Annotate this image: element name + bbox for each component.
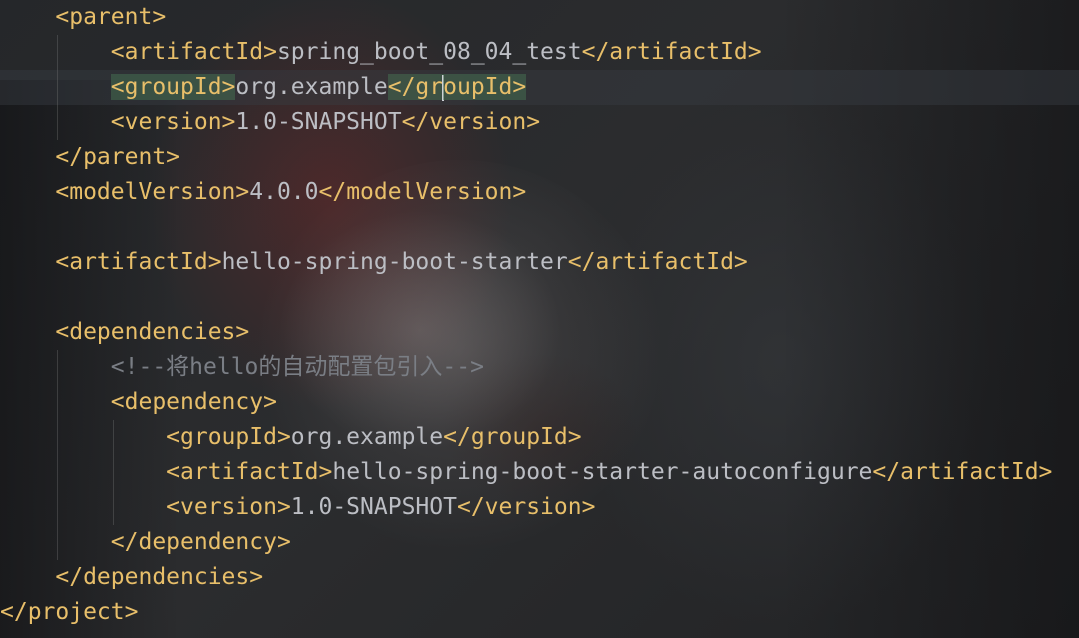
code-line[interactable]: </parent> [0, 140, 180, 175]
code-line[interactable]: <artifactId>hello-spring-boot-starter-au… [0, 455, 1052, 490]
xml-text: 1.0-SNAPSHOT [235, 109, 402, 135]
code-line[interactable]: <modelVersion>4.0.0</modelVersion> [0, 175, 526, 210]
xml-text: spring_boot_08_04_test [276, 39, 582, 65]
code-line[interactable]: <!--将hello的自动配置包引入--> [0, 350, 484, 385]
xml-tag: </groupId> [443, 424, 582, 450]
xml-tag: </artifactId> [567, 249, 748, 275]
xml-tag: <dependencies> [55, 319, 250, 345]
code-line[interactable]: <dependency> [0, 385, 277, 420]
code-line[interactable]: <artifactId>spring_boot_08_04_test</arti… [0, 35, 762, 70]
xml-tag: <artifactId> [166, 459, 333, 485]
code-line[interactable]: </project> [0, 595, 138, 630]
xml-tag: </artifactId> [872, 459, 1053, 485]
xml-tag: oupId> [443, 74, 527, 100]
code-line[interactable]: <version>1.0-SNAPSHOT</version> [0, 490, 595, 525]
xml-text: 4.0.0 [249, 179, 319, 205]
xml-tag: </project> [0, 599, 139, 625]
code-line[interactable]: <dependencies> [0, 315, 249, 350]
xml-comment: <!--将hello的自动配置包引入--> [110, 354, 484, 380]
xml-text: hello-spring-boot-starter-autoconfigure [332, 459, 873, 485]
xml-tag: <dependency> [110, 389, 277, 415]
xml-tag: <artifactId> [55, 249, 222, 275]
code-editor[interactable]: <parent> <artifactId>spring_boot_08_04_t… [0, 0, 1079, 638]
xml-tag: </gr [387, 74, 444, 100]
code-line[interactable]: <version>1.0-SNAPSHOT</version> [0, 105, 540, 140]
xml-text: hello-spring-boot-starter [221, 249, 568, 275]
xml-text: org.example [290, 424, 444, 450]
code-line[interactable]: </dependency> [0, 525, 291, 560]
xml-tag: </dependency> [110, 529, 291, 555]
xml-tag: <modelVersion> [55, 179, 250, 205]
xml-tag: </dependencies> [55, 564, 264, 590]
xml-tag: <parent> [55, 4, 167, 30]
xml-tag: </version> [401, 109, 541, 135]
code-line[interactable]: </dependencies> [0, 560, 263, 595]
xml-tag: <groupId> [110, 74, 236, 100]
xml-tag: <groupId> [166, 424, 291, 450]
code-line[interactable]: <parent> [0, 0, 166, 35]
xml-tag: </artifactId> [581, 39, 762, 65]
code-line[interactable]: <groupId>org.example</groupId> [0, 420, 582, 455]
xml-tag: <version> [110, 109, 236, 135]
xml-tag: <version> [166, 494, 291, 520]
code-line[interactable]: <artifactId>hello-spring-boot-starter</a… [0, 245, 748, 280]
xml-tag: <artifactId> [110, 39, 277, 65]
xml-text: 1.0-SNAPSHOT [290, 494, 457, 520]
xml-text: org.example [235, 74, 388, 100]
code-line[interactable]: <groupId>org.example</groupId> [0, 70, 527, 105]
xml-tag: </modelVersion> [318, 179, 527, 205]
xml-tag: </parent> [55, 144, 181, 170]
xml-tag: </version> [456, 494, 596, 520]
